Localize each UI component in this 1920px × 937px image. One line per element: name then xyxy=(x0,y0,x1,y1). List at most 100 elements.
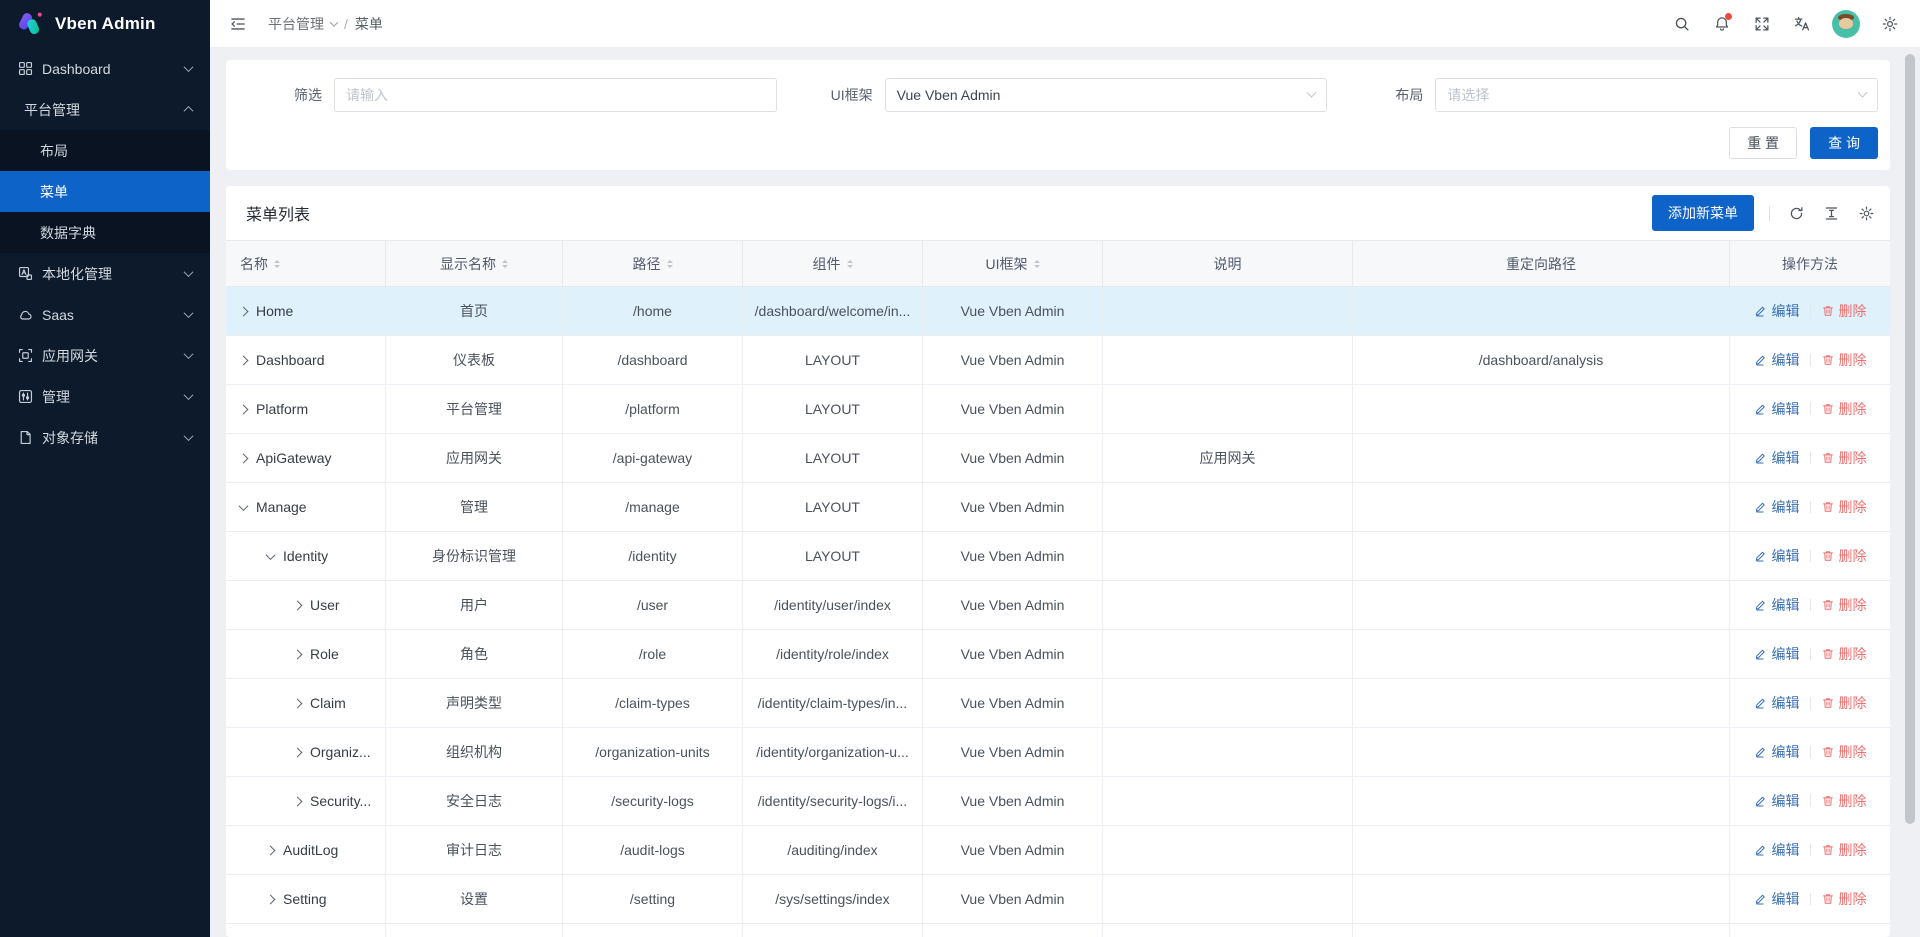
table-row[interactable]: Claim声明类型/claim-types/identity/claim-typ… xyxy=(226,679,1890,728)
chevron-down-icon[interactable] xyxy=(266,550,276,560)
delete-link[interactable]: 删除 xyxy=(1821,399,1867,419)
trash-icon xyxy=(1821,402,1835,416)
layout-select[interactable]: 请选择 xyxy=(1435,78,1878,112)
sidebar-item[interactable]: Dashboard xyxy=(0,48,210,89)
edit-link[interactable]: 编辑 xyxy=(1754,350,1800,370)
table-row[interactable]: Home首页/home/dashboard/welcome/in...Vue V… xyxy=(226,287,1890,336)
table-row[interactable]: Platform平台管理/platformLAYOUTVue Vben Admi… xyxy=(226,385,1890,434)
chevron-right-icon[interactable] xyxy=(293,698,303,708)
sort-caret-icon[interactable] xyxy=(847,260,853,268)
column-header[interactable]: 组件 xyxy=(743,241,923,287)
edit-link[interactable]: 编辑 xyxy=(1754,595,1800,615)
edit-link[interactable]: 编辑 xyxy=(1754,889,1800,909)
table-row[interactable]: Manage管理/manageLAYOUTVue Vben Admin 编辑 删… xyxy=(226,483,1890,532)
edit-link[interactable]: 编辑 xyxy=(1754,301,1800,321)
bell-icon[interactable] xyxy=(1706,8,1738,40)
sidebar-item[interactable]: 本地化管理 xyxy=(0,253,210,294)
chevron-right-icon[interactable] xyxy=(239,404,249,414)
menu-fold-icon[interactable] xyxy=(222,8,254,40)
table-row[interactable]: AuditLog审计日志/audit-logs/auditing/indexVu… xyxy=(226,826,1890,875)
translate-icon[interactable] xyxy=(1786,8,1818,40)
sidebar-item[interactable]: Saas xyxy=(0,294,210,335)
edit-link[interactable]: 编辑 xyxy=(1754,840,1800,860)
gear-icon[interactable] xyxy=(1874,8,1906,40)
table-row[interactable] xyxy=(226,924,1890,937)
chevron-right-icon[interactable] xyxy=(293,747,303,757)
column-header[interactable]: UI框架 xyxy=(923,241,1103,287)
path-cell: /dashboard xyxy=(563,336,743,385)
delete-link[interactable]: 删除 xyxy=(1821,350,1867,370)
framework-select[interactable]: Vue Vben Admin xyxy=(885,78,1328,112)
delete-link[interactable]: 删除 xyxy=(1821,889,1867,909)
delete-link[interactable]: 删除 xyxy=(1821,497,1867,517)
sort-caret-icon[interactable] xyxy=(502,260,508,268)
column-header[interactable]: 显示名称 xyxy=(386,241,563,287)
edit-link[interactable]: 编辑 xyxy=(1754,742,1800,762)
table-row[interactable]: Identity身份标识管理/identityLAYOUTVue Vben Ad… xyxy=(226,532,1890,581)
notification-dot xyxy=(1725,13,1732,20)
display-cell: 管理 xyxy=(386,483,563,532)
sidebar-subitem[interactable]: 菜单 xyxy=(0,171,210,212)
table-row[interactable]: Dashboard仪表板/dashboardLAYOUTVue Vben Adm… xyxy=(226,336,1890,385)
sidebar-item[interactable]: 管理 xyxy=(0,376,210,417)
delete-link[interactable]: 删除 xyxy=(1821,448,1867,468)
delete-link[interactable]: 删除 xyxy=(1821,301,1867,321)
chevron-right-icon[interactable] xyxy=(239,306,249,316)
refresh-icon[interactable] xyxy=(1785,202,1807,224)
search-button[interactable]: 查 询 xyxy=(1810,127,1878,159)
chevron-right-icon[interactable] xyxy=(293,649,303,659)
delete-link[interactable]: 删除 xyxy=(1821,644,1867,664)
chevron-right-icon[interactable] xyxy=(293,796,303,806)
logo[interactable]: Vben Admin xyxy=(0,0,210,48)
filter-input[interactable] xyxy=(334,78,777,112)
chevron-right-icon[interactable] xyxy=(239,355,249,365)
edit-link[interactable]: 编辑 xyxy=(1754,448,1800,468)
chevron-right-icon[interactable] xyxy=(266,894,276,904)
delete-link[interactable]: 删除 xyxy=(1821,693,1867,713)
sort-caret-icon[interactable] xyxy=(274,260,280,268)
table-row[interactable]: Setting设置/setting/sys/settings/indexVue … xyxy=(226,875,1890,924)
table-body: Home首页/home/dashboard/welcome/in...Vue V… xyxy=(226,287,1890,937)
edit-link[interactable]: 编辑 xyxy=(1754,644,1800,664)
pencil-icon xyxy=(1754,451,1768,465)
table-row[interactable]: Security...安全日志/security-logs/identity/s… xyxy=(226,777,1890,826)
column-header[interactable]: 名称 xyxy=(226,241,386,287)
sidebar-subitem[interactable]: 数据字典 xyxy=(0,212,210,253)
search-icon[interactable] xyxy=(1666,8,1698,40)
breadcrumb-parent[interactable]: 平台管理 xyxy=(268,14,324,34)
delete-link[interactable]: 删除 xyxy=(1821,595,1867,615)
scrollbar-thumb[interactable] xyxy=(1905,54,1915,824)
table-row[interactable]: Organiz...组织机构/organization-units/identi… xyxy=(226,728,1890,777)
chevron-right-icon[interactable] xyxy=(293,600,303,610)
add-menu-button[interactable]: 添加新菜单 xyxy=(1652,195,1754,231)
edit-link[interactable]: 编辑 xyxy=(1754,399,1800,419)
sort-caret-icon[interactable] xyxy=(667,260,673,268)
sort-caret-icon[interactable] xyxy=(1034,260,1040,268)
fullscreen-icon[interactable] xyxy=(1746,8,1778,40)
table-row[interactable]: User用户/user/identity/user/indexVue Vben … xyxy=(226,581,1890,630)
table-row[interactable]: Role角色/role/identity/role/indexVue Vben … xyxy=(226,630,1890,679)
sidebar-subitem[interactable]: 布局 xyxy=(0,130,210,171)
delete-link[interactable]: 删除 xyxy=(1821,546,1867,566)
edit-link[interactable]: 编辑 xyxy=(1754,546,1800,566)
chevron-right-icon[interactable] xyxy=(266,845,276,855)
delete-link[interactable]: 删除 xyxy=(1821,840,1867,860)
avatar[interactable] xyxy=(1832,10,1860,38)
sidebar-item[interactable]: 平台管理 xyxy=(0,89,210,130)
sidebar-item[interactable]: 对象存储 xyxy=(0,417,210,458)
column-header[interactable]: 路径 xyxy=(563,241,743,287)
gear-icon[interactable] xyxy=(1855,202,1877,224)
sidebar-item[interactable]: 应用网关 xyxy=(0,335,210,376)
edit-link[interactable]: 编辑 xyxy=(1754,791,1800,811)
edit-link[interactable]: 编辑 xyxy=(1754,693,1800,713)
edit-link[interactable]: 编辑 xyxy=(1754,497,1800,517)
table-row[interactable]: ApiGateway应用网关/api-gatewayLAYOUTVue Vben… xyxy=(226,434,1890,483)
reset-button[interactable]: 重 置 xyxy=(1729,127,1797,159)
delete-link[interactable]: 删除 xyxy=(1821,742,1867,762)
chevron-down-icon[interactable] xyxy=(239,501,249,511)
delete-link[interactable]: 删除 xyxy=(1821,791,1867,811)
row-height-icon[interactable] xyxy=(1820,202,1842,224)
table-title: 菜单列表 xyxy=(246,201,310,225)
chevron-right-icon[interactable] xyxy=(239,453,249,463)
trash-icon xyxy=(1821,794,1835,808)
